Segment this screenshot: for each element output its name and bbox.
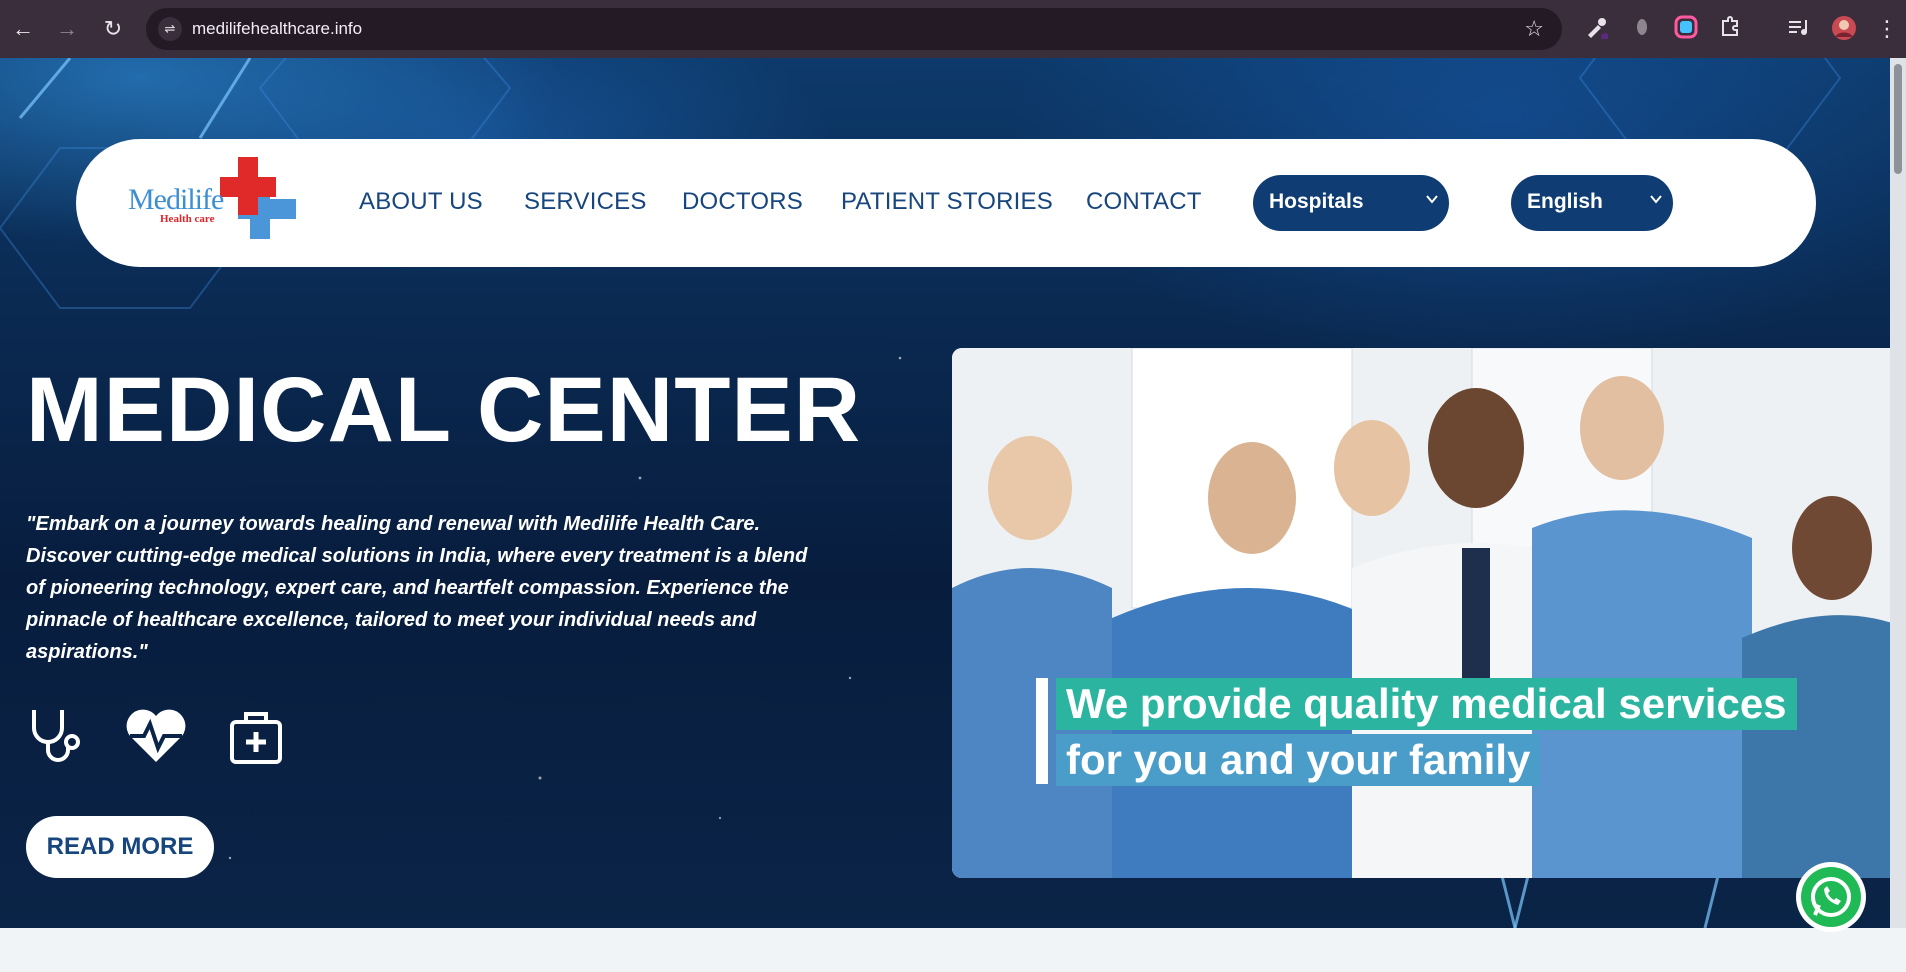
logo-cross-icon xyxy=(220,157,296,239)
back-icon[interactable]: ← xyxy=(8,14,38,44)
hero-video-frame[interactable]: We provide quality medical services for … xyxy=(952,348,1906,878)
hero-section: Medilife Health care ABOUT US SERVICES D… xyxy=(0,58,1906,928)
site-info-icon[interactable]: ⇌ xyxy=(158,17,182,41)
reload-icon[interactable]: ↻ xyxy=(98,14,128,44)
heart-pulse-icon xyxy=(124,706,188,766)
page-scrollbar[interactable] xyxy=(1890,58,1906,928)
url-text[interactable]: medilifehealthcare.info xyxy=(192,19,362,39)
extension-dot-icon[interactable] xyxy=(1628,15,1656,43)
media-queue-icon[interactable] xyxy=(1784,15,1812,43)
extension-brush-icon[interactable] xyxy=(1582,15,1610,43)
first-aid-kit-icon xyxy=(228,706,284,766)
language-select[interactable]: English xyxy=(1511,175,1673,231)
hospitals-select-value: Hospitals xyxy=(1269,190,1364,213)
language-select-value: English xyxy=(1527,190,1603,213)
profile-avatar[interactable] xyxy=(1830,15,1858,43)
video-caption-line-1: We provide quality medical services xyxy=(1056,678,1797,730)
hero-title: MEDICAL CENTER xyxy=(26,359,862,461)
bookmark-star-icon[interactable]: ☆ xyxy=(1524,16,1544,42)
nav-services[interactable]: SERVICES xyxy=(524,188,647,216)
doctors-group-image xyxy=(952,348,1906,878)
logo-subtitle: Health care xyxy=(160,213,215,225)
video-caption-line-2: for you and your family xyxy=(1056,734,1541,786)
logo-wordmark: Medilife xyxy=(128,183,224,216)
caption-accent-bar xyxy=(1036,678,1048,784)
hospitals-select[interactable]: Hospitals xyxy=(1253,175,1449,231)
chevron-down-icon xyxy=(1425,192,1439,210)
browser-menu-icon[interactable]: ⋮ xyxy=(1872,14,1902,44)
nav-contact[interactable]: CONTACT xyxy=(1086,188,1202,216)
hero-description: "Embark on a journey towards healing and… xyxy=(26,513,808,663)
extensions-puzzle-icon[interactable] xyxy=(1716,15,1744,43)
whatsapp-chat-button[interactable] xyxy=(1796,862,1866,932)
address-bar[interactable]: ⇌ medilifehealthcare.info ☆ xyxy=(146,8,1562,50)
whatsapp-icon xyxy=(1801,867,1861,927)
scrollbar-thumb[interactable] xyxy=(1894,64,1902,174)
chevron-down-icon xyxy=(1649,192,1663,210)
stethoscope-icon xyxy=(26,706,86,766)
medilife-logo[interactable]: Medilife Health care xyxy=(128,157,300,243)
nav-about-us[interactable]: ABOUT US xyxy=(359,188,483,216)
nav-doctors[interactable]: DOCTORS xyxy=(682,188,803,216)
read-more-button[interactable]: READ MORE xyxy=(26,816,214,878)
nav-patient-stories[interactable]: PATIENT STORIES xyxy=(841,188,1053,216)
extension-color-icon[interactable] xyxy=(1672,15,1700,43)
main-navbar: Medilife Health care ABOUT US SERVICES D… xyxy=(76,139,1816,267)
browser-toolbar: ← → ↻ ⇌ medilifehealthcare.info ☆ ⋮ xyxy=(0,0,1906,58)
forward-icon[interactable]: → xyxy=(52,14,82,44)
next-section-preview xyxy=(0,928,1906,972)
